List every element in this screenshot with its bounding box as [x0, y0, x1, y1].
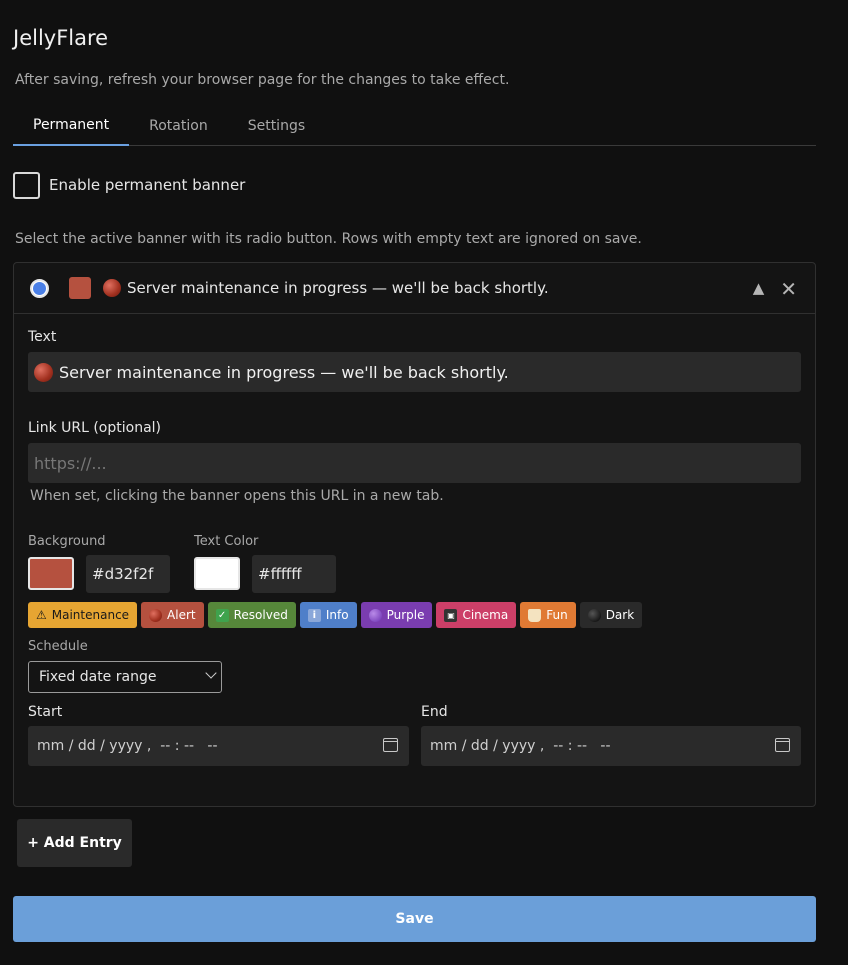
entry-header[interactable]: Server maintenance in progress — we'll b…	[14, 263, 815, 314]
tab-permanent[interactable]: Permanent	[13, 106, 130, 146]
help-text: Select the active banner with its radio …	[15, 231, 642, 247]
preset-resolved-button[interactable]: ✓ Resolved	[207, 602, 296, 628]
banner-entry: Server maintenance in progress — we'll b…	[13, 262, 816, 807]
entry-actions: ▲ ✕	[753, 263, 797, 314]
start-label: Start	[28, 704, 63, 720]
link-url-placeholder: https://...	[34, 453, 107, 473]
schedule-selected-value: Fixed date range	[39, 669, 157, 685]
preset-label: Cinema	[462, 608, 509, 622]
remove-close-icon[interactable]: ✕	[780, 279, 797, 299]
black-circle-icon	[587, 608, 601, 622]
enable-permanent-checkbox[interactable]	[13, 171, 40, 199]
check-mark-icon: ✓	[215, 608, 229, 622]
preset-label: Dark	[605, 608, 635, 622]
text-color-hex-input[interactable]: #ffffff	[252, 555, 336, 593]
preset-cinema-button[interactable]: ▣ Cinema	[436, 602, 517, 628]
link-url-input[interactable]: https://...	[28, 443, 801, 483]
text-color-label: Text Color	[194, 534, 259, 549]
save-button[interactable]: Save	[13, 896, 816, 942]
link-url-hint: When set, clicking the banner opens this…	[30, 488, 444, 504]
enable-permanent-row[interactable]: Enable permanent banner	[13, 171, 245, 199]
end-datetime-input[interactable]: mm / dd / yyyy , -- : -- --	[421, 726, 801, 766]
preset-fun-button[interactable]: Fun	[520, 602, 576, 628]
radio-selected-dot	[33, 281, 46, 295]
tab-rotation[interactable]: Rotation	[129, 106, 228, 146]
start-datetime-input[interactable]: mm / dd / yyyy , -- : -- --	[28, 726, 409, 766]
collapse-triangle-icon[interactable]: ▲	[753, 281, 765, 296]
text-label: Text	[28, 329, 57, 345]
add-entry-button[interactable]: + Add Entry	[17, 819, 132, 867]
preset-label: Purple	[386, 608, 425, 622]
preset-dark-button[interactable]: Dark	[579, 602, 643, 628]
app-title: JellyFlare	[13, 26, 109, 50]
background-hex-input[interactable]: #d32f2f	[86, 555, 170, 593]
enable-permanent-label: Enable permanent banner	[49, 176, 246, 194]
preset-info-button[interactable]: i Info	[299, 602, 357, 628]
link-url-label: Link URL (optional)	[28, 420, 162, 436]
background-label: Background	[28, 534, 106, 549]
refresh-notice: After saving, refresh your browser page …	[15, 72, 510, 88]
preset-label: Maintenance	[51, 608, 130, 622]
preset-purple-button[interactable]: Purple	[360, 602, 433, 628]
text-color-picker[interactable]	[194, 557, 240, 590]
red-circle-icon	[103, 279, 121, 297]
preset-alert-button[interactable]: Alert	[141, 602, 204, 628]
schedule-select[interactable]: Fixed date range	[28, 661, 222, 693]
banner-text-value: Server maintenance in progress — we'll b…	[59, 362, 509, 382]
banner-text-input[interactable]: Server maintenance in progress — we'll b…	[28, 352, 801, 392]
red-circle-icon	[34, 362, 53, 382]
background-preview-swatch	[69, 277, 91, 299]
start-datetime-value: mm / dd / yyyy , -- : -- --	[37, 738, 218, 754]
tab-bar: Permanent Rotation Settings	[13, 106, 816, 146]
schedule-label: Schedule	[28, 639, 88, 654]
calendar-icon[interactable]	[383, 738, 398, 752]
preset-label: Alert	[167, 608, 196, 622]
preset-label: Info	[325, 608, 349, 622]
purple-circle-icon	[368, 608, 382, 622]
preset-maintenance-button[interactable]: ⚠ Maintenance	[28, 602, 138, 628]
tab-settings[interactable]: Settings	[228, 106, 325, 146]
popcorn-icon	[528, 608, 542, 622]
preset-label: Resolved	[233, 608, 288, 622]
end-label: End	[421, 704, 448, 720]
preset-label: Fun	[546, 608, 568, 622]
background-color-picker[interactable]	[28, 557, 74, 590]
warning-icon: ⚠	[36, 608, 47, 622]
active-banner-radio[interactable]	[30, 278, 49, 298]
chevron-down-icon	[205, 667, 217, 679]
end-datetime-value: mm / dd / yyyy , -- : -- --	[430, 738, 611, 754]
red-circle-icon	[149, 608, 163, 622]
info-icon: i	[307, 608, 321, 622]
entry-header-text: Server maintenance in progress — we'll b…	[127, 279, 549, 297]
clapper-board-icon: ▣	[444, 608, 458, 622]
color-presets: ⚠ Maintenance Alert ✓ Resolved i Info Pu…	[28, 602, 643, 628]
calendar-icon[interactable]	[775, 738, 790, 752]
